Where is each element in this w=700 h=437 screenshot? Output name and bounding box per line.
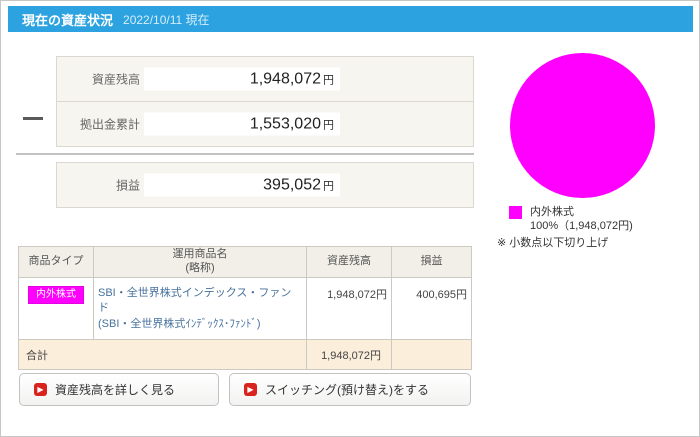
product-balance-cell: 1,948,072円 bbox=[306, 276, 392, 341]
equals-line bbox=[16, 153, 474, 155]
view-balance-detail-label: 資産残高を詳しく見る bbox=[55, 383, 176, 397]
contribution-total-field: 1,553,020 円 bbox=[144, 112, 340, 136]
profit-loss-label: 損益 bbox=[115, 178, 140, 193]
minus-operator-icon bbox=[23, 117, 43, 120]
products-table: 商品タイプ 運用商品名 (略称) 資産残高 損益 内外株式 SBI・全世界株式イ… bbox=[18, 246, 472, 371]
col-header-product-type: 商品タイプ bbox=[18, 246, 94, 278]
col-header-product-name: 運用商品名 (略称) bbox=[93, 246, 307, 278]
asset-balance-value: 1,948,072 bbox=[249, 70, 321, 87]
product-type-badge: 内外株式 bbox=[28, 285, 84, 304]
asset-balance-unit: 円 bbox=[323, 74, 334, 86]
profit-loss-box: 損益 395,052 円 bbox=[56, 162, 474, 208]
pie-legend: 内外株式 100%（1,948,072円) bbox=[509, 205, 633, 234]
page-header: 現在の資産状況 2022/10/11 現在 bbox=[8, 6, 693, 32]
switching-label: スイッチング(預け替え)をする bbox=[265, 383, 429, 397]
balance-summary-box: 資産残高 1,948,072 円 拠出金累計 1,553,020 円 bbox=[56, 56, 474, 147]
legend-text: 内外株式 100%（1,948,072円) bbox=[530, 205, 633, 234]
profit-loss-row: 損益 395,052 円 bbox=[57, 163, 473, 207]
table-header-row: 商品タイプ 運用商品名 (略称) 資産残高 損益 bbox=[18, 246, 472, 278]
legend-swatch-icon bbox=[509, 206, 522, 219]
as-of-date: 2022/10/11 現在 bbox=[123, 12, 210, 27]
asset-allocation-pie-chart bbox=[510, 53, 655, 198]
total-label-cell: 合計 bbox=[18, 339, 307, 371]
legend-percent-amount: 100%（1,948,072円) bbox=[530, 220, 633, 233]
total-balance-cell: 1,948,072円 bbox=[306, 339, 392, 371]
asset-balance-field: 1,948,072 円 bbox=[144, 67, 340, 91]
asset-status-page: 現在の資産状況 2022/10/11 現在 資産残高 1,948,072 円 拠… bbox=[0, 0, 700, 437]
asset-balance-label: 資産残高 bbox=[91, 72, 140, 87]
table-row: 内外株式 SBI・全世界株式インデックス・ファンド (SBI・全世界株式ｲﾝﾃﾞ… bbox=[18, 276, 472, 341]
profit-loss-unit: 円 bbox=[323, 180, 334, 192]
contribution-total-label: 拠出金累計 bbox=[79, 117, 140, 132]
col-header-profit-loss: 損益 bbox=[391, 246, 472, 278]
product-name-link[interactable]: SBI・全世界株式インデックス・ファンド (SBI・全世界株式ｲﾝﾃﾞｯｸｽ･ﾌ… bbox=[93, 276, 307, 341]
product-profit-loss-cell: 400,695円 bbox=[391, 276, 472, 341]
play-icon: ▶ bbox=[244, 383, 257, 396]
profit-loss-field: 395,052 円 bbox=[144, 173, 340, 197]
contribution-total-unit: 円 bbox=[323, 119, 334, 131]
total-profit-loss-cell bbox=[391, 339, 472, 371]
view-balance-detail-button[interactable]: ▶ 資産残高を詳しく見る bbox=[19, 373, 219, 406]
rounding-note: ※ 小数点以下切り上げ bbox=[497, 237, 609, 249]
col-header-balance: 資産残高 bbox=[306, 246, 392, 278]
switching-button[interactable]: ▶ スイッチング(預け替え)をする bbox=[229, 373, 471, 406]
contribution-total-row: 拠出金累計 1,553,020 円 bbox=[57, 101, 473, 146]
page-title: 現在の資産状況 bbox=[22, 12, 114, 28]
play-icon: ▶ bbox=[34, 383, 47, 396]
contribution-total-value: 1,553,020 bbox=[249, 115, 321, 132]
asset-balance-row: 資産残高 1,948,072 円 bbox=[57, 57, 473, 101]
profit-loss-value: 395,052 bbox=[263, 176, 321, 193]
legend-category: 内外株式 bbox=[530, 206, 574, 218]
table-total-row: 合計 1,948,072円 bbox=[18, 339, 472, 371]
product-type-cell: 内外株式 bbox=[18, 276, 94, 341]
